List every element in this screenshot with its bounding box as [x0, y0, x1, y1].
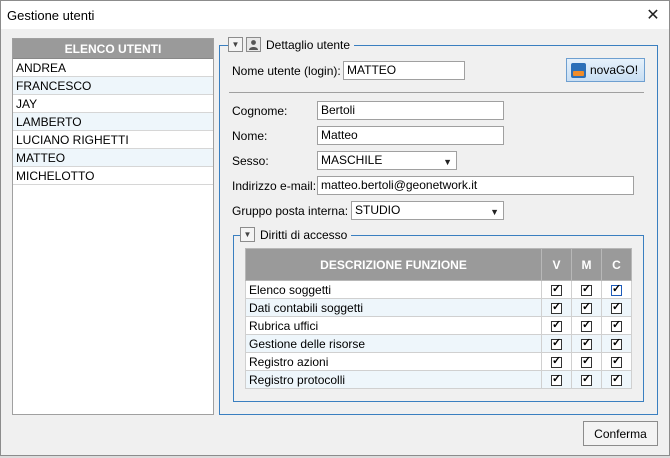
checkbox-m[interactable] — [581, 336, 592, 350]
function-description: Registro protocolli — [245, 370, 542, 389]
checkbox-c[interactable] — [611, 318, 622, 332]
column-header-v: V — [541, 248, 572, 281]
checkbox-v[interactable] — [551, 354, 562, 368]
function-description: Gestione delle risorse — [245, 334, 542, 353]
nome-field[interactable]: Matteo — [317, 126, 504, 145]
user-list-item[interactable]: MATTEO — [13, 149, 213, 167]
user-list-item[interactable]: LUCIANO RIGHETTI — [13, 131, 213, 149]
checkbox-v[interactable] — [551, 336, 562, 350]
gruppo-select[interactable]: STUDIO ▼ — [351, 201, 504, 220]
checkbox-c[interactable] — [611, 372, 622, 386]
access-rights-title: Diritti di accesso — [260, 227, 348, 242]
table-row: Elenco soggetti — [245, 280, 632, 299]
column-header-c: C — [601, 248, 632, 281]
user-list-item[interactable]: FRANCESCO — [13, 77, 213, 95]
sesso-value: MASCHILE — [321, 153, 383, 167]
email-field[interactable]: matteo.bertoli@geonetwork.it — [317, 176, 634, 195]
nome-label: Nome: — [232, 129, 268, 143]
user-list-header: ELENCO UTENTI — [13, 39, 213, 59]
checkbox-v[interactable] — [551, 318, 562, 332]
close-icon[interactable]: ✕ — [637, 1, 669, 29]
checkbox-v[interactable] — [551, 372, 562, 386]
column-header-description: DESCRIZIONE FUNZIONE — [245, 248, 542, 281]
column-header-m: M — [571, 248, 602, 281]
function-description: Registro azioni — [245, 352, 542, 371]
checkbox-m[interactable] — [581, 318, 592, 332]
sesso-label: Sesso: — [232, 154, 269, 168]
username-label: Nome utente (login): — [232, 64, 341, 78]
collapse-chevron-icon[interactable]: ▼ — [228, 37, 243, 52]
checkbox-c[interactable] — [611, 282, 622, 296]
user-list: ELENCO UTENTI ANDREA FRANCESCO JAY LAMBE… — [12, 38, 214, 415]
dropdown-arrow-icon: ▼ — [490, 207, 499, 217]
novago-logo-icon — [571, 62, 586, 78]
table-row: Dati contabili soggetti — [245, 298, 632, 317]
dropdown-arrow-icon: ▼ — [443, 157, 452, 167]
checkbox-c[interactable] — [611, 336, 622, 350]
checkbox-v[interactable] — [551, 282, 562, 296]
gruppo-label: Gruppo posta interna: — [232, 204, 349, 218]
user-list-item[interactable]: LAMBERTO — [13, 113, 213, 131]
access-rights-legend: ▼ Diritti di accesso — [240, 227, 352, 242]
user-list-item[interactable]: JAY — [13, 95, 213, 113]
access-rights-table: DESCRIZIONE FUNZIONE V M C Elenco sogget… — [245, 248, 632, 389]
gruppo-value: STUDIO — [355, 203, 401, 217]
checkbox-m[interactable] — [581, 300, 592, 314]
cognome-field[interactable]: Bertoli — [317, 101, 504, 120]
table-row: Gestione delle risorse — [245, 334, 632, 353]
checkbox-m[interactable] — [581, 282, 592, 296]
checkbox-c[interactable] — [611, 300, 622, 314]
function-description: Elenco soggetti — [245, 280, 542, 299]
window-title: Gestione utenti — [7, 8, 95, 23]
table-row: Registro protocolli — [245, 370, 632, 389]
table-row: Rubrica uffici — [245, 316, 632, 335]
user-detail-title: Dettaglio utente — [266, 37, 351, 52]
checkbox-m[interactable] — [581, 354, 592, 368]
user-list-item[interactable]: ANDREA — [13, 59, 213, 77]
username-field[interactable]: MATTEO — [343, 61, 465, 80]
function-description: Rubrica uffici — [245, 316, 542, 335]
function-description: Dati contabili soggetti — [245, 298, 542, 317]
user-detail-legend: ▼ Dettaglio utente — [228, 37, 355, 52]
collapse-chevron-icon[interactable]: ▼ — [240, 227, 255, 242]
sesso-select[interactable]: MASCHILE ▼ — [317, 151, 457, 170]
title-bar: Gestione utenti ✕ — [1, 1, 669, 29]
email-label: Indirizzo e-mail: — [232, 179, 317, 193]
table-row: Registro azioni — [245, 352, 632, 371]
checkbox-v[interactable] — [551, 300, 562, 314]
user-list-item[interactable]: MICHELOTTO — [13, 167, 213, 185]
confirm-button[interactable]: Conferma — [583, 421, 658, 446]
separator — [229, 92, 644, 93]
checkbox-m[interactable] — [581, 372, 592, 386]
novago-button[interactable]: novaGO! — [566, 58, 645, 82]
checkbox-c[interactable] — [611, 354, 622, 368]
cognome-label: Cognome: — [232, 104, 288, 118]
novago-label: novaGO! — [590, 63, 639, 77]
person-icon — [246, 37, 261, 52]
